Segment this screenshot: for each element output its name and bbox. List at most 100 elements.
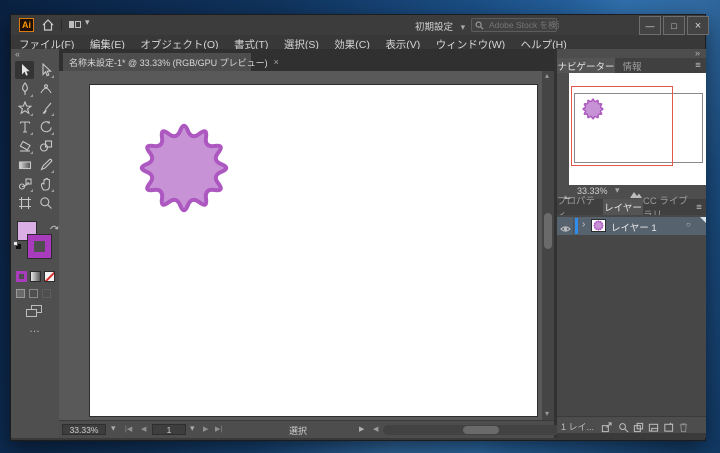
layer-name[interactable]: レイヤー 1 [611, 220, 657, 234]
first-artboard-icon[interactable]: |◀ [125, 425, 132, 433]
eraser-tool[interactable] [15, 137, 34, 155]
eyedropper-tool[interactable] [36, 156, 55, 174]
navigator-tabbar: ナビゲーター 情報 ≡ [557, 58, 706, 73]
tab-cc-libraries[interactable]: CC ライブラリ [643, 196, 695, 221]
canvas-pasteboard[interactable] [59, 71, 542, 420]
selection-corner-indicator [700, 217, 706, 223]
tab-layers[interactable]: レイヤー [603, 199, 643, 215]
previous-artboard-icon[interactable]: ◀ [141, 425, 146, 433]
zoom-dropdown-icon[interactable]: ▾ [111, 423, 116, 434]
workspace-switcher[interactable]: 初期設定 ▾ [415, 19, 465, 33]
hand-tool[interactable] [36, 175, 55, 193]
type-tool[interactable] [15, 118, 34, 136]
arrange-rect-icon [69, 21, 74, 28]
draw-normal-mode[interactable] [16, 289, 25, 298]
zoom-level-value: 33.33% [69, 424, 99, 435]
curvature-tool[interactable] [36, 80, 55, 98]
star-artwork[interactable] [134, 118, 234, 218]
horizontal-scroll-thumb[interactable] [463, 426, 499, 434]
chevron-down-icon: ▾ [85, 17, 90, 27]
layers-footer: 1 レイ... [557, 416, 706, 433]
lock-column[interactable] [573, 217, 574, 235]
illustrator-window: Ai ▾ 初期設定 ▾ — □ × [10, 14, 709, 441]
visibility-eye-icon[interactable] [560, 221, 571, 239]
expand-chevron-icon[interactable]: › [582, 219, 585, 230]
navigator-panel-menu-icon[interactable]: ≡ [691, 58, 705, 73]
arrange-rect-outline-icon [75, 21, 81, 28]
tab-close-icon[interactable]: × [274, 57, 279, 67]
document-tab[interactable]: 名称未設定-1* @ 33.33% (RGB/GPU プレビュー) × [63, 53, 279, 71]
vertical-scrollbar[interactable]: ▴ ▾ [542, 71, 554, 420]
last-artboard-icon[interactable]: ▶| [215, 425, 222, 433]
gradient-button[interactable] [30, 271, 41, 282]
vertical-scroll-thumb[interactable] [544, 213, 552, 249]
default-fill-mini-icon [13, 241, 18, 246]
target-circle-icon[interactable]: ○ [686, 220, 691, 229]
adobe-stock-search[interactable] [471, 18, 561, 32]
zoom-tool[interactable] [36, 194, 55, 212]
paintbrush-tool[interactable] [36, 99, 55, 117]
tab-navigator[interactable]: ナビゲーター [557, 58, 615, 73]
screen-mode-button[interactable] [26, 305, 43, 317]
collapse-panels-icon[interactable]: » [695, 48, 700, 58]
zoom-level-field[interactable]: 33.33% [62, 424, 106, 435]
panel-column: » ナビゲーター 情報 ≡ 33.33% ▾ プロパテ レイヤー CC ライブ … [557, 48, 706, 438]
titlebar-separator [61, 19, 62, 31]
scroll-down-icon[interactable]: ▾ [545, 409, 549, 418]
draw-inside-mode[interactable] [42, 289, 51, 298]
search-icon [475, 21, 484, 30]
scroll-up-icon[interactable]: ▴ [545, 71, 549, 80]
screen-mode-front-icon [26, 309, 37, 317]
home-icon[interactable] [41, 18, 55, 32]
stroke-color-swatch[interactable] [27, 234, 52, 259]
layer-count-label: 1 レイ... [561, 422, 595, 432]
layers-panel-menu-icon[interactable]: ≡ [692, 199, 706, 215]
artboard-number-value: 1 [166, 424, 172, 435]
status-tool-label: 選択 [289, 426, 308, 436]
pen-tool[interactable] [15, 80, 34, 98]
arrange-documents-icon[interactable]: ▾ [69, 17, 95, 30]
close-button[interactable]: × [687, 16, 709, 35]
swap-fill-stroke-icon[interactable] [49, 219, 59, 237]
artboard-dropdown-icon[interactable]: ▾ [190, 423, 195, 434]
selection-tool[interactable] [15, 61, 34, 79]
default-fill-stroke-icon[interactable] [13, 241, 22, 250]
search-input[interactable] [487, 19, 561, 31]
artboard-number-field[interactable]: 1 [152, 424, 186, 435]
horizontal-scrollbar[interactable] [383, 425, 577, 435]
status-menu-icon[interactable]: ▶ [359, 425, 364, 433]
scroll-left-icon[interactable]: ◀ [373, 425, 378, 433]
draw-behind-mode[interactable] [29, 289, 38, 298]
direct-selection-tool[interactable] [36, 61, 55, 79]
none-button[interactable] [44, 271, 55, 282]
gradient-tool[interactable] [15, 156, 34, 174]
desktop: Ai ▾ 初期設定 ▾ — □ × [0, 0, 720, 453]
tab-info[interactable]: 情報 [615, 58, 649, 73]
edit-toolbar-button[interactable]: … [29, 323, 40, 335]
color-button[interactable] [16, 271, 27, 282]
navigator-zoom-dropdown-icon[interactable]: ▾ [615, 185, 620, 196]
rotate-tool[interactable] [36, 118, 55, 136]
toolbar: « … [11, 49, 59, 438]
chevron-down-icon: ▾ [460, 22, 466, 32]
navigator-preview[interactable] [569, 73, 706, 185]
document-tabstrip: 名称未設定-1* @ 33.33% (RGB/GPU プレビュー) × [59, 49, 554, 71]
artboard-tool[interactable] [15, 194, 34, 212]
workspace-label: 初期設定 [415, 22, 454, 33]
layer-thumbnail[interactable] [591, 219, 606, 232]
titlebar: Ai ▾ 初期設定 ▾ — □ × [11, 15, 709, 35]
window-bottom-edge [11, 438, 705, 440]
layer-row[interactable]: › レイヤー 1 ○ [557, 217, 706, 235]
tab-properties[interactable]: プロパティ [557, 196, 603, 221]
layer-color-bar [575, 218, 578, 234]
next-artboard-icon[interactable]: ▶ [203, 425, 208, 433]
minimize-button[interactable]: — [639, 16, 661, 35]
star-shape-tool[interactable] [15, 99, 34, 117]
none-slash-icon [45, 272, 54, 281]
menubar: ファイル(F) 編集(E) オブジェクト(O) 書式(T) 選択(S) 効果(C… [11, 35, 705, 51]
maximize-button[interactable]: □ [663, 16, 685, 35]
collapse-toolbar-icon[interactable]: « [15, 49, 20, 59]
shape-builder-tool[interactable] [36, 137, 55, 155]
app-logo-icon: Ai [19, 18, 34, 32]
blend-tool[interactable] [15, 175, 34, 193]
